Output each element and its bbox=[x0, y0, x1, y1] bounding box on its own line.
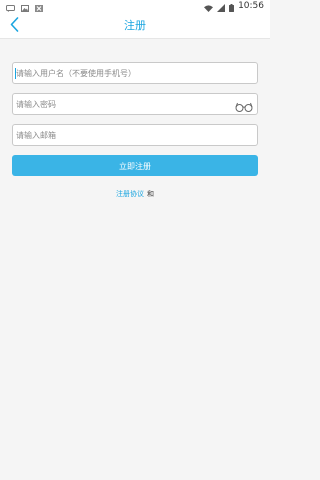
agreement-line: 注册协议和 bbox=[0, 189, 270, 199]
password-visibility-toggle[interactable] bbox=[235, 98, 253, 112]
username-field-container bbox=[12, 62, 258, 84]
email-field-container bbox=[12, 124, 258, 146]
password-field-container bbox=[12, 93, 258, 115]
status-time: 10:56 bbox=[238, 1, 264, 11]
agreement-and-text: 和 bbox=[147, 190, 154, 198]
status-bar: 10:56 bbox=[0, 0, 270, 13]
register-submit-button[interactable]: 立即注册 bbox=[12, 155, 258, 176]
glasses-icon bbox=[235, 98, 253, 117]
text-caret bbox=[15, 68, 16, 79]
header-bar: 注册 bbox=[0, 13, 270, 39]
password-input[interactable] bbox=[13, 94, 257, 114]
register-screen: 10:56 注册 请输入用户名（不要使用手机号） 请输入邮箱 立即注册 注册协议… bbox=[0, 0, 270, 480]
agreement-link[interactable]: 注册协议 bbox=[116, 190, 144, 198]
email-input[interactable] bbox=[13, 125, 257, 145]
page-title: 注册 bbox=[124, 19, 146, 32]
username-input[interactable] bbox=[13, 63, 257, 83]
